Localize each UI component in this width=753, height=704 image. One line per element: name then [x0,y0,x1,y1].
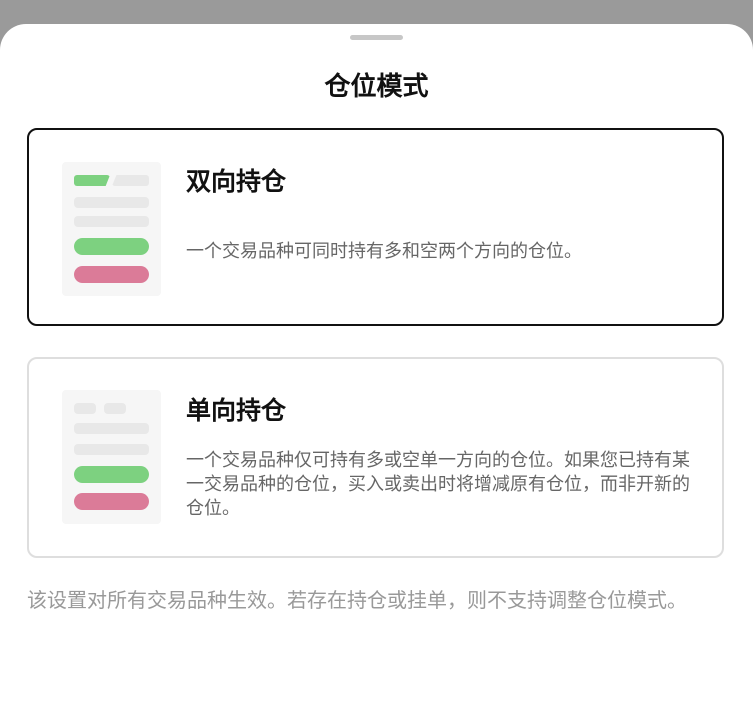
option-card-hedge-mode[interactable]: 双向持仓 一个交易品种可同时持有多和空两个方向的仓位。 [27,128,724,326]
one-way-mode-illustration [62,390,161,524]
placeholder-line [74,444,149,455]
placeholder-line [74,197,149,208]
short-button-illustration [74,266,149,283]
hedge-mode-illustration [62,162,161,296]
placeholder-line [74,216,149,227]
short-button-illustration [74,493,149,510]
tab-grey-indicator [104,403,126,414]
tab-green-indicator [74,175,110,186]
long-button-illustration [74,466,149,483]
placeholder-line [74,423,149,434]
long-button-illustration [74,238,149,255]
tab-grey-indicator [74,403,96,414]
option-card-one-way-mode[interactable]: 单向持仓 一个交易品种仅可持有多或空单一方向的仓位。如果您已持有某一交易品种的仓… [27,357,724,558]
option-title: 单向持仓 [186,396,287,425]
option-title: 双向持仓 [186,167,287,196]
bottom-sheet: 仓位模式 双向持仓 一个交易品种可同时持有多和空两个方向的仓位。 单向持仓 一个… [0,24,753,704]
drag-handle[interactable] [350,35,403,40]
settings-footnote: 该设置对所有交易品种生效。若存在持仓或挂单，则不支持调整仓位模式。 [27,588,687,612]
tab-grey-indicator [112,175,149,186]
option-description: 一个交易品种可同时持有多和空两个方向的仓位。 [186,241,582,262]
sheet-title: 仓位模式 [324,72,429,102]
option-description: 一个交易品种仅可持有多或空单一方向的仓位。如果您已持有某一交易品种的仓位，买入或… [186,450,690,519]
